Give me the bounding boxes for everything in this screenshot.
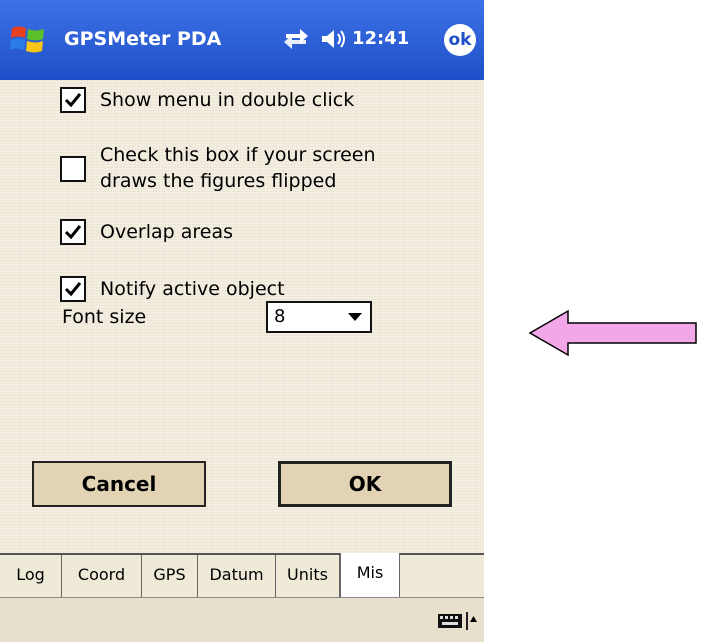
sync-icon[interactable] <box>282 26 310 52</box>
tab-mis[interactable]: Mis <box>340 553 400 597</box>
checkbox-overlap-areas[interactable] <box>60 219 86 245</box>
tab-units[interactable]: Units <box>276 555 340 597</box>
pda-screen: GPSMeter PDA 12:41 ok Show menu in doubl… <box>0 0 484 642</box>
checkbox-show-menu[interactable] <box>60 87 86 113</box>
tab-coord[interactable]: Coord <box>62 555 142 597</box>
title-ok-button[interactable]: ok <box>444 24 476 56</box>
option-label-line1: Check this box if your screen <box>100 144 376 166</box>
clock[interactable]: 12:41 <box>352 28 409 49</box>
title-bar: GPSMeter PDA 12:41 ok <box>0 0 484 80</box>
ok-button[interactable]: OK <box>278 461 452 507</box>
option-label: Show menu in double click <box>100 89 355 111</box>
checkmark-icon <box>64 282 82 297</box>
font-size-value: 8 <box>274 306 286 327</box>
font-size-select[interactable]: 8 <box>266 301 372 333</box>
windows-flag-icon[interactable] <box>8 22 48 58</box>
checkbox-flipped-figures[interactable] <box>60 156 86 182</box>
font-size-label: Font size <box>62 306 147 328</box>
cancel-button[interactable]: Cancel <box>32 461 206 507</box>
checkmark-icon <box>64 93 82 108</box>
pink-arrow-annotation <box>528 309 697 357</box>
checkbox-notify-active-object[interactable] <box>60 276 86 302</box>
tab-gps[interactable]: GPS <box>142 555 198 597</box>
app-title: GPSMeter PDA <box>64 28 222 50</box>
option-label-line2: draws the figures flipped <box>100 170 337 192</box>
tab-log[interactable]: Log <box>0 555 62 597</box>
chevron-down-icon[interactable] <box>348 313 362 322</box>
bottom-bar <box>0 597 484 642</box>
up-arrow-icon[interactable] <box>466 612 478 630</box>
volume-icon[interactable] <box>320 26 348 52</box>
option-label: Overlap areas <box>100 221 233 243</box>
tab-datum[interactable]: Datum <box>198 555 276 597</box>
option-label: Notify active object <box>100 278 285 300</box>
checkmark-icon <box>64 225 82 240</box>
keyboard-icon[interactable] <box>438 614 462 628</box>
tab-bar: Log Coord GPS Datum Units Mis <box>0 553 484 597</box>
